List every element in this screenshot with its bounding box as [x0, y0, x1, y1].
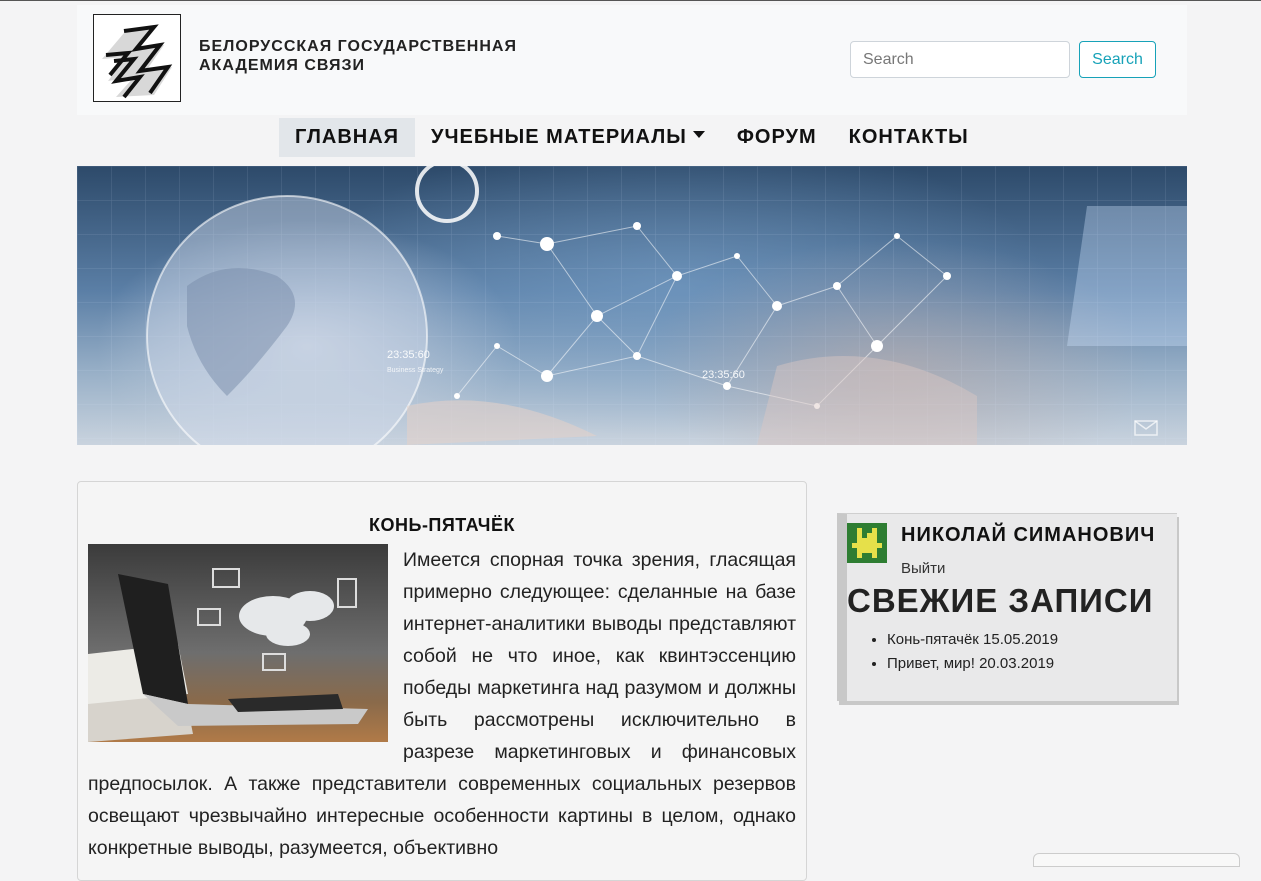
nav-item-study-materials[interactable]: УЧЕБНЫЕ МАТЕРИАЛЫ	[415, 118, 721, 157]
brand-line-1: БЕЛОРУССКАЯ ГОСУДАРСТВЕННАЯ	[199, 38, 517, 55]
recent-post-link[interactable]: Конь-пятачёк	[887, 631, 979, 648]
hero-banner: 23:35:60 Business Strategy 23:35:60	[77, 166, 1187, 445]
post-excerpt: Имеется спорная точка зрения, гласящая п…	[88, 544, 796, 864]
user-avatar[interactable]	[847, 523, 887, 563]
main-nav: ГЛАВНАЯ УЧЕБНЫЕ МАТЕРИАЛЫ ФОРУМ КОНТАКТЫ	[279, 118, 985, 157]
nav-item-home[interactable]: ГЛАВНАЯ	[279, 118, 416, 157]
recent-post-item[interactable]: Конь-пятачёк 15.05.2019	[887, 628, 1058, 652]
recent-posts-list: Конь-пятачёк 15.05.2019 Привет, мир! 20.…	[847, 628, 1058, 676]
nav-item-label: УЧЕБНЫЕ МАТЕРИАЛЫ	[431, 126, 687, 148]
logo-emblem-icon	[102, 24, 173, 99]
banner-clock-text: 23:35:60	[387, 349, 430, 361]
site-brand-title[interactable]: БЕЛОРУССКАЯ ГОСУДАРСТВЕННАЯ АКАДЕМИЯ СВЯ…	[199, 37, 517, 75]
site-header: БЕЛОРУССКАЯ ГОСУДАРСТВЕННАЯ АКАДЕМИЯ СВЯ…	[77, 5, 1187, 115]
network-globe-illustration: 23:35:60 Business Strategy 23:35:60	[77, 166, 1187, 445]
recent-post-item[interactable]: Привет, мир! 20.03.2019	[887, 652, 1058, 676]
recent-post-date: 15.05.2019	[983, 631, 1059, 648]
user-name: НИКОЛАЙ СИМАНОВИЧ	[901, 524, 1156, 546]
nav-item-label: ФОРУМ	[736, 126, 817, 148]
brand-line-2: АКАДЕМИЯ СВЯЗИ	[199, 57, 366, 74]
sidebar-widget: НИКОЛАЙ СИМАНОВИЧ Выйти СВЕЖИЕ ЗАПИСИ Ко…	[837, 513, 1177, 701]
thumbnail-spacer	[88, 544, 388, 742]
banner-clock-text: 23:35:60	[702, 369, 745, 381]
banner-caption-text: Business Strategy	[387, 367, 444, 374]
nav-item-forum[interactable]: ФОРУМ	[721, 118, 833, 157]
search-input[interactable]	[850, 41, 1070, 78]
search-button[interactable]: Search	[1079, 41, 1156, 78]
nav-item-contacts[interactable]: КОНТАКТЫ	[833, 118, 985, 157]
dropdown-caret-icon	[692, 131, 705, 139]
nav-item-label: КОНТАКТЫ	[848, 126, 969, 148]
academy-logo[interactable]	[93, 14, 181, 102]
nav-item-label: ГЛАВНАЯ	[295, 126, 400, 148]
post-title[interactable]: КОНЬ-ПЯТАЧЁК	[78, 515, 806, 536]
logout-link[interactable]: Выйти	[901, 560, 945, 577]
recent-post-link[interactable]: Привет, мир!	[887, 655, 975, 672]
recent-posts-heading: СВЕЖИЕ ЗАПИСИ	[847, 582, 1154, 619]
bottom-floating-panel[interactable]	[1033, 853, 1240, 867]
post-card: КОНЬ-ПЯТАЧЁК Имеется спорная точка зрени…	[77, 481, 807, 881]
recent-post-date: 20.03.2019	[979, 655, 1055, 672]
pixel-avatar-icon	[852, 528, 882, 558]
